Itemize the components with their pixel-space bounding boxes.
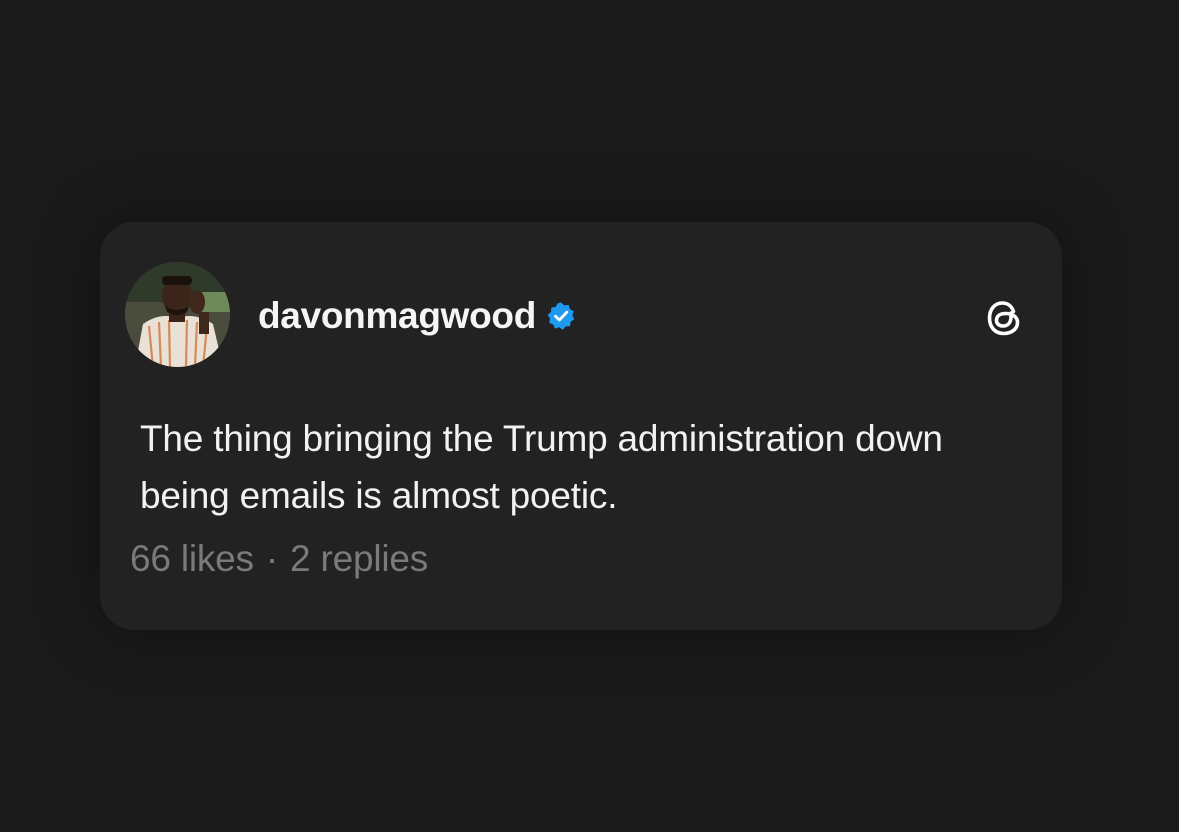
verified-badge-icon [547, 302, 575, 330]
username[interactable]: davonmagwood [258, 295, 536, 337]
avatar[interactable] [125, 262, 230, 367]
avatar-photo-icon [125, 262, 230, 367]
post-stats: 66 likes · 2 replies [130, 538, 428, 580]
threads-logo-icon[interactable] [980, 294, 1028, 342]
stats-separator: · [265, 538, 278, 579]
likes-count[interactable]: 66 likes [130, 538, 254, 580]
username-row: davonmagwood [258, 292, 576, 340]
threads-logo-icon-graphic [987, 301, 1020, 336]
post-text: The thing bringing the Trump administrat… [140, 418, 943, 516]
screenshot-stage: davonmagwood The thing bringing the Trum… [0, 0, 1179, 832]
replies-count[interactable]: 2 replies [290, 538, 428, 580]
threads-post-card[interactable]: davonmagwood The thing bringing the Trum… [100, 222, 1062, 630]
